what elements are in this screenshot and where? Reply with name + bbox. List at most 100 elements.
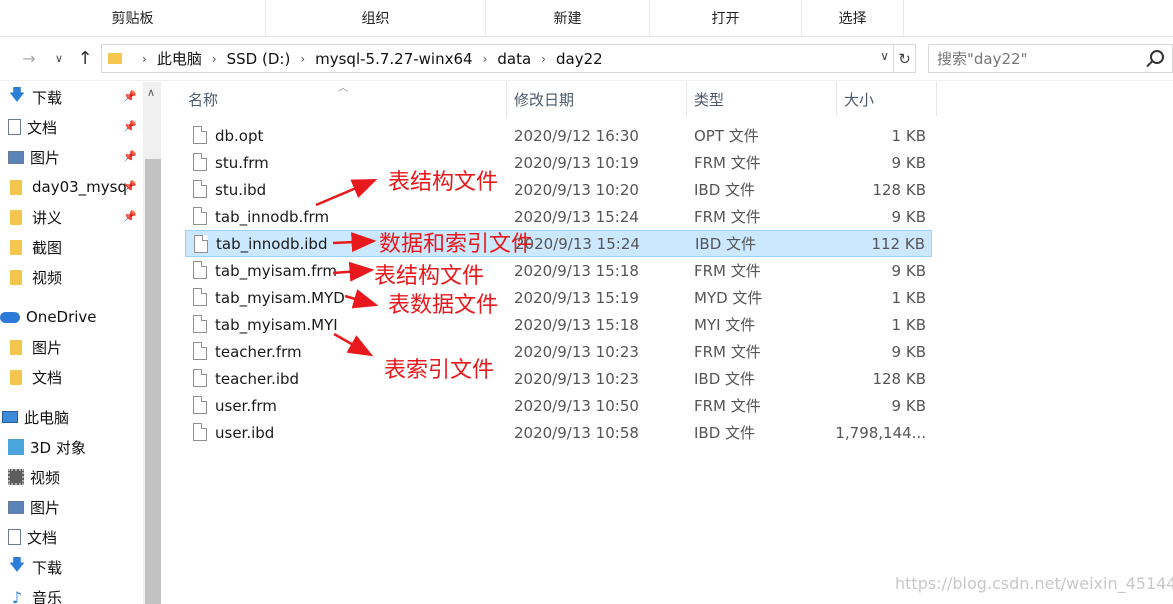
sidebar-item-label: 下载 [32,88,63,107]
picture-icon [8,150,24,164]
table-row[interactable]: tab_myisam.frm 2020/9/13 15:18 FRM 文件 9 … [185,257,932,284]
table-row[interactable]: stu.frm 2020/9/13 10:19 FRM 文件 9 KB [185,149,932,176]
file-icon [193,207,207,225]
file-date: 2020/9/13 15:19 [514,288,639,307]
pin-icon: 📌 [123,90,137,103]
sidebar-item-music[interactable]: ♪ 音乐 [0,582,143,604]
table-row[interactable]: teacher.ibd 2020/9/13 10:23 IBD 文件 128 K… [185,365,932,392]
column-header-name[interactable]: 名称 [181,82,507,116]
sidebar-item-screenshots[interactable]: 截图 [0,232,143,262]
file-type: IBD 文件 [694,181,756,199]
sidebar-item-label: 图片 [32,338,63,357]
sidebar-item-documents[interactable]: 文档 📌 [0,112,143,142]
music-note-icon: ♪ [11,587,23,604]
file-size: 128 KB [872,369,926,388]
sidebar-item-videos-quick[interactable]: 视频 [0,262,143,292]
file-size: 9 KB [891,153,926,172]
file-name: tab_innodb.ibd [216,234,328,253]
file-name: stu.ibd [215,180,267,199]
table-row[interactable]: stu.ibd 2020/9/13 10:20 IBD 文件 128 KB [185,176,932,203]
scrollbar-thumb[interactable] [145,159,161,604]
sidebar-item-label: 文档 [32,368,63,387]
breadcrumb-ssd[interactable]: SSD (D:) [227,50,291,68]
file-icon [193,315,207,333]
file-icon [193,423,207,441]
address-bar[interactable]: › 此电脑 › SSD (D:) › mysql-5.7.27-winx64 ›… [101,44,894,73]
breadcrumb-mysql[interactable]: mysql-5.7.27-winx64 [315,50,472,68]
sidebar-item-3d-objects[interactable]: 3D 对象 [0,432,143,462]
annotation-table-structure-file-myisam: 表结构文件 [374,264,485,289]
ribbon-group-open[interactable]: 打开 [650,0,802,36]
sidebar-item-label: 视频 [30,468,61,487]
table-row[interactable]: tab_innodb.frm 2020/9/13 15:24 FRM 文件 9 … [185,203,932,230]
annotation-table-structure-file: 表结构文件 [388,170,499,195]
file-name: db.opt [215,126,264,145]
search-icon[interactable] [1150,50,1164,64]
ribbon-group-clipboard[interactable]: 剪贴板 [0,0,266,36]
computer-icon [2,411,18,423]
ribbon-group-new[interactable]: 新建 [486,0,650,36]
column-header-size[interactable]: 大小 [837,82,937,116]
sidebar-item-pc-documents[interactable]: 文档 [0,522,143,552]
sidebar-item-downloads[interactable]: 🡇 下载 📌 [0,82,143,112]
file-size: 1 KB [891,126,926,145]
ribbon-group-select[interactable]: 选择 [802,0,904,36]
sidebar-item-label: 3D 对象 [30,438,86,457]
chevron-right-icon: › [142,51,147,66]
file-icon [193,180,207,198]
search-input[interactable]: 搜索"day22" [928,44,1173,73]
up-arrow-icon[interactable]: ↑ [74,47,96,69]
sidebar-item-handouts[interactable]: 讲义 📌 [0,202,143,232]
address-dropdown-icon[interactable]: ∨ [880,49,889,63]
sidebar-item-day03-mysql[interactable]: day03_mysq 📌 [0,172,143,202]
table-row[interactable]: teacher.frm 2020/9/13 10:23 FRM 文件 9 KB [185,338,932,365]
file-date: 2020/9/13 10:23 [514,369,639,388]
sidebar-item-label: 视频 [32,268,63,287]
ribbon-group-organize[interactable]: 组织 [266,0,486,36]
breadcrumb-data[interactable]: data [497,50,531,68]
table-row[interactable]: db.opt 2020/9/12 16:30 OPT 文件 1 KB [185,122,932,149]
table-row[interactable]: tab_myisam.MYI 2020/9/13 15:18 MYI 文件 1 … [185,311,932,338]
sidebar-item-this-pc[interactable]: 此电脑 [0,402,143,432]
sidebar-scrollbar[interactable]: ∧ [143,82,161,604]
file-name: tab_myisam.frm [215,261,337,280]
file-name: teacher.frm [215,342,302,361]
sidebar-item-label: 截图 [32,238,63,257]
column-header-date[interactable]: 修改日期 [507,82,687,116]
sidebar-item-pc-pictures[interactable]: 图片 [0,492,143,522]
scroll-up-icon[interactable]: ∧ [147,86,155,99]
sidebar-item-onedrive-documents[interactable]: 文档 [0,362,143,392]
breadcrumb-this-pc[interactable]: 此电脑 [157,48,202,69]
folder-icon [10,179,22,195]
download-arrow-icon: 🡇 [8,554,26,574]
pin-icon: 📌 [123,210,137,223]
back-arrow-icon[interactable]: → [18,47,40,69]
cube-3d-icon [8,439,24,455]
sidebar-item-label: 图片 [30,498,61,517]
sidebar-item-onedrive[interactable]: OneDrive [0,302,143,332]
file-icon [193,126,207,144]
sidebar-item-label: 文档 [27,528,58,547]
refresh-icon[interactable]: ↻ [894,44,916,73]
file-type: IBD 文件 [694,370,756,388]
annotation-data-index-file: 数据和索引文件 [379,232,534,257]
breadcrumb-day22[interactable]: day22 [556,50,603,68]
sidebar-item-videos[interactable]: 视频 [0,462,143,492]
sidebar-item-label: day03_mysq [32,178,128,196]
file-date: 2020/9/13 10:50 [514,396,639,415]
table-row-selected[interactable]: tab_innodb.ibd 2020/9/13 15:24 IBD 文件 11… [185,230,932,257]
sidebar-item-pc-downloads[interactable]: 🡇 下载 [0,552,143,582]
sidebar-item-pictures[interactable]: 图片 📌 [0,142,143,172]
file-type: OPT 文件 [694,127,759,145]
file-icon [193,396,207,414]
chevron-right-icon: › [541,51,546,66]
column-header-type[interactable]: 类型 [687,82,837,116]
file-size: 1 KB [891,315,926,334]
table-row[interactable]: tab_myisam.MYD 2020/9/13 15:19 MYD 文件 1 … [185,284,932,311]
file-name: tab_innodb.frm [215,207,330,226]
sidebar-item-onedrive-pictures[interactable]: 图片 [0,332,143,362]
table-row[interactable]: user.ibd 2020/9/13 10:58 IBD 文件 1,798,14… [185,419,932,446]
table-row[interactable]: user.frm 2020/9/13 10:50 FRM 文件 9 KB [185,392,932,419]
chevron-down-icon[interactable]: ∨ [48,47,70,69]
folder-icon [108,53,122,64]
